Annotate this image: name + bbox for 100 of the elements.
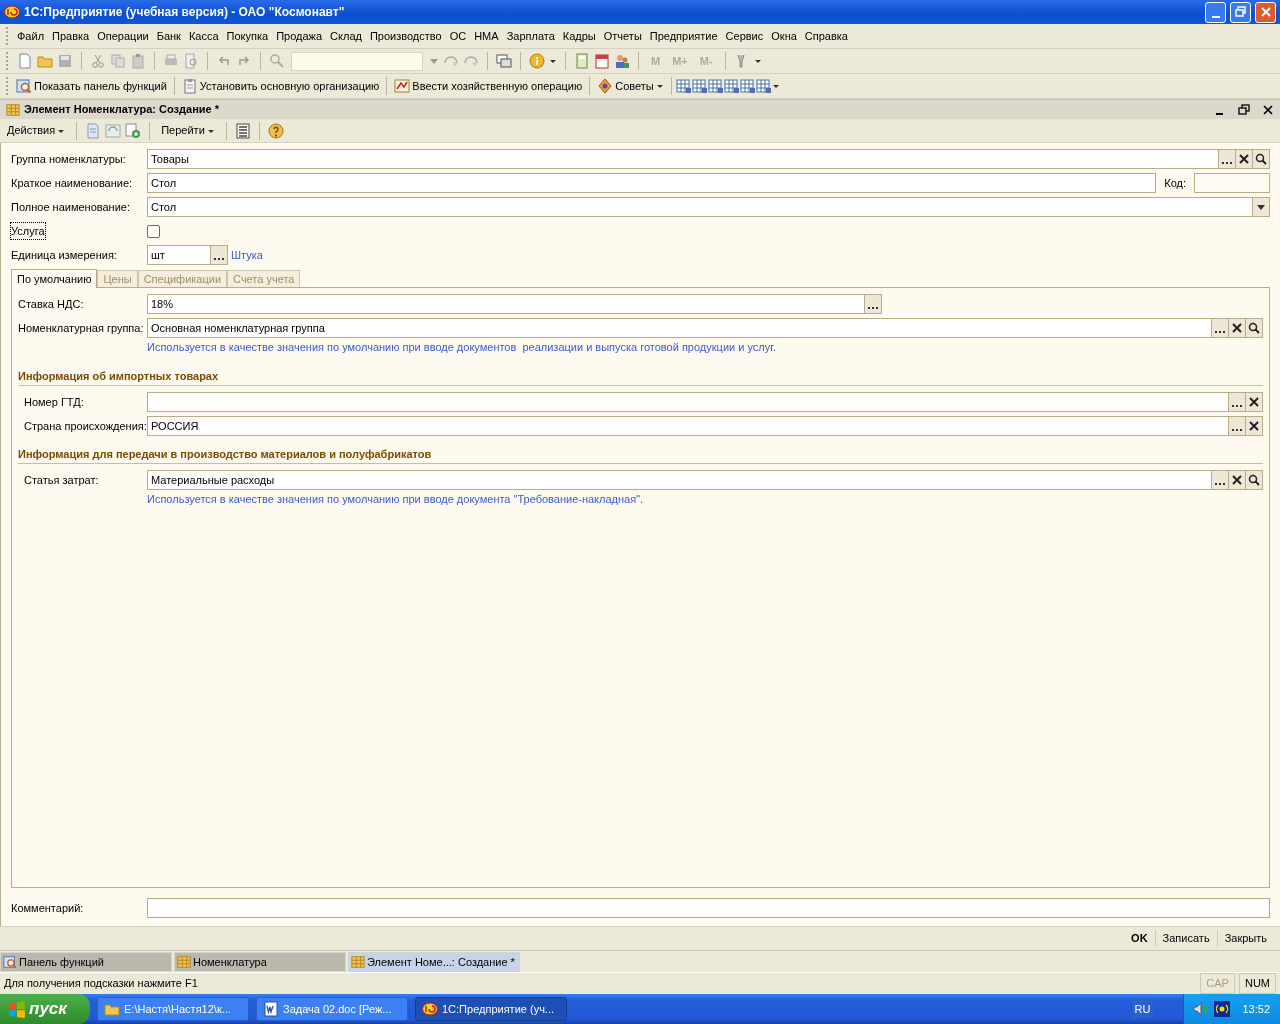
clear-button[interactable] bbox=[1235, 149, 1253, 169]
menu-button[interactable]: Перейти bbox=[158, 122, 218, 139]
menu-item[interactable]: Отчеты bbox=[599, 27, 646, 45]
users-icon[interactable] bbox=[614, 53, 630, 69]
menu-item[interactable]: Сервис bbox=[721, 27, 768, 45]
window-tab[interactable]: Панель функций bbox=[0, 952, 172, 972]
input-field[interactable]: РОССИЯ bbox=[147, 416, 1229, 436]
menu-item[interactable]: НМА bbox=[470, 27, 503, 45]
form-button[interactable]: OK bbox=[1124, 930, 1155, 947]
table-icon[interactable] bbox=[691, 78, 708, 94]
menu-item[interactable]: Касса bbox=[184, 27, 223, 45]
windows-logo-icon bbox=[8, 1000, 26, 1018]
menu-item[interactable]: Банк bbox=[152, 27, 185, 45]
clear-button[interactable] bbox=[1245, 392, 1263, 412]
menu-item[interactable]: Файл bbox=[13, 27, 49, 45]
close-button[interactable] bbox=[1262, 103, 1274, 116]
table-icon[interactable] bbox=[755, 78, 772, 94]
form-title: Элемент Номенклатура: Создание * bbox=[24, 102, 220, 118]
ellipsis-icon bbox=[213, 257, 225, 261]
menu-item[interactable]: Производство bbox=[365, 27, 446, 45]
field-label: Комментарий: bbox=[11, 900, 85, 916]
taskbar-item[interactable]: Задача 02.doc [Реж... bbox=[256, 997, 408, 1021]
help-icon[interactable] bbox=[267, 122, 284, 139]
menu-item[interactable]: Кадры bbox=[558, 27, 600, 45]
table-icon[interactable] bbox=[723, 78, 740, 94]
menu-button[interactable]: Действия bbox=[4, 122, 69, 139]
speaker-icon[interactable] bbox=[1192, 1001, 1211, 1017]
menu-item[interactable]: ОС bbox=[445, 27, 471, 45]
search-button[interactable] bbox=[1245, 318, 1263, 338]
window-tab[interactable]: Номенклатура bbox=[174, 952, 346, 972]
window-tab[interactable]: Элемент Номе...: Создание * bbox=[348, 952, 520, 972]
field-label: Страна происхождения: bbox=[24, 418, 147, 434]
input-field[interactable]: шт bbox=[147, 245, 211, 265]
section-heading: Информация об импортных товарах bbox=[18, 370, 219, 382]
clear-button[interactable] bbox=[1228, 318, 1246, 338]
input-field[interactable]: Материальные расходы bbox=[147, 470, 1212, 490]
form-button[interactable]: Закрыть bbox=[1216, 930, 1274, 947]
clear-button[interactable] bbox=[1228, 470, 1246, 490]
toolbar-button[interactable]: Установить основную организацию bbox=[178, 77, 383, 95]
menu-item[interactable]: Правка bbox=[48, 27, 94, 45]
input-field[interactable]: Стол bbox=[147, 197, 1253, 217]
dropdown-icon bbox=[1256, 203, 1266, 211]
comment-field[interactable] bbox=[147, 898, 1270, 918]
clear-icon bbox=[1248, 420, 1260, 432]
field-label: Статья затрат: bbox=[24, 472, 100, 488]
search-button[interactable] bbox=[1245, 470, 1263, 490]
menu-item[interactable]: Продажа bbox=[272, 27, 327, 45]
tab[interactable]: По умолчанию bbox=[11, 269, 98, 288]
taskbar-item[interactable]: 1С:Предприятие (уч... bbox=[415, 997, 567, 1021]
caret-icon bbox=[206, 127, 215, 134]
menu-item[interactable]: Окна bbox=[767, 27, 801, 45]
checkbox[interactable] bbox=[146, 224, 160, 238]
input-field[interactable]: 18% bbox=[147, 294, 865, 314]
table-icon[interactable] bbox=[739, 78, 756, 94]
clear-button[interactable] bbox=[1245, 416, 1263, 436]
input-field[interactable]: Товары bbox=[147, 149, 1219, 169]
copy-icon[interactable] bbox=[125, 122, 142, 139]
input-field[interactable]: Стол bbox=[147, 173, 1157, 193]
folder-icon bbox=[104, 1001, 120, 1017]
word-document-icon bbox=[263, 1001, 279, 1017]
network-icon[interactable] bbox=[1214, 1001, 1231, 1017]
caret-icon bbox=[57, 127, 66, 134]
key-indicator: CAP bbox=[1200, 973, 1235, 994]
panel-search-icon bbox=[16, 78, 32, 94]
form-button[interactable]: Записать bbox=[1154, 930, 1217, 947]
caret-icon[interactable] bbox=[753, 58, 762, 64]
windows-icon[interactable] bbox=[496, 53, 512, 69]
field-label: Единица измерения: bbox=[11, 247, 118, 263]
maximize-button[interactable] bbox=[1230, 1, 1251, 23]
table-icon[interactable] bbox=[675, 78, 692, 94]
toolbar-button[interactable]: Советы bbox=[594, 77, 667, 95]
search-button[interactable] bbox=[1252, 149, 1270, 169]
menu-item[interactable]: Зарплата bbox=[502, 27, 559, 45]
taskbar-item[interactable]: E:\Настя\Настя12\к... bbox=[97, 997, 249, 1021]
menu-item[interactable]: Склад bbox=[326, 27, 366, 45]
toolbar-button[interactable]: Показать панель функций bbox=[13, 77, 170, 95]
app-logo-icon bbox=[422, 1001, 438, 1017]
language-indicator[interactable]: RU bbox=[1131, 999, 1154, 1019]
caret-icon[interactable] bbox=[549, 58, 557, 64]
menu-item[interactable]: Операции bbox=[93, 27, 153, 45]
table-icon[interactable] bbox=[707, 78, 724, 94]
menu-item[interactable]: Покупка bbox=[222, 27, 273, 45]
unit-link[interactable]: Штука bbox=[231, 246, 263, 264]
list-icon[interactable] bbox=[234, 122, 251, 139]
hint-text: Используется в качестве значения по умолчанию при вводе документа "Требование-накладная". bbox=[147, 493, 644, 505]
field-label: Услуга bbox=[11, 222, 45, 240]
restore-button[interactable] bbox=[1238, 103, 1250, 116]
calendar-icon[interactable] bbox=[594, 53, 610, 69]
caret-icon[interactable] bbox=[771, 83, 780, 89]
status-text: Для получения подсказки нажмите F1 bbox=[4, 976, 199, 992]
ellipsis-icon bbox=[867, 306, 879, 310]
field-label: Полное наименование: bbox=[11, 199, 131, 215]
toolbar-button[interactable]: Ввести хозяйственную операцию bbox=[391, 77, 586, 95]
section-heading: Информация для передачи в производство материалов и полуфабрикатов bbox=[18, 448, 432, 460]
search-field[interactable] bbox=[291, 51, 423, 71]
menu-item[interactable]: Предприятие bbox=[645, 27, 722, 45]
menu-item[interactable]: Справка bbox=[800, 27, 852, 45]
input-field[interactable]: Основная номенклатурная группа bbox=[147, 318, 1212, 338]
code-field[interactable] bbox=[1194, 173, 1270, 193]
input-field[interactable] bbox=[147, 392, 1229, 412]
